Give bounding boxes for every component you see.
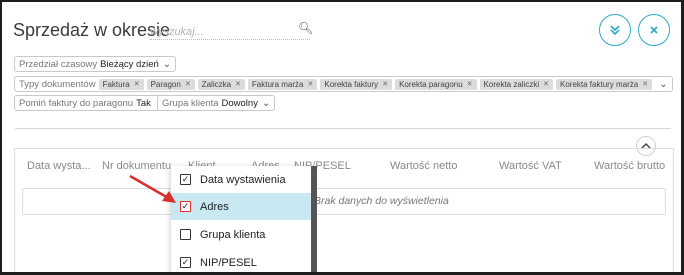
- chevron-down-icon: ⌄: [659, 78, 668, 90]
- remove-tag-icon[interactable]: ✕: [642, 80, 648, 88]
- skip-invoices-filter-label: Pomiń faktury do paragonu: [19, 97, 134, 109]
- client-group-filter-value: Dowolny: [221, 97, 258, 109]
- column-header-document-number[interactable]: Nr dokumentu: [102, 160, 171, 172]
- expand-filters-button[interactable]: [599, 14, 631, 46]
- close-button[interactable]: [638, 14, 670, 46]
- document-types-filter[interactable]: Typy dokumentów Faktura ✕ Paragon ✕ Zalicz…: [14, 76, 673, 92]
- remove-tag-icon[interactable]: ✕: [467, 80, 473, 88]
- column-header-vat-value[interactable]: Wartość VAT: [499, 160, 562, 172]
- column-option-label: NIP/PESEL: [200, 256, 257, 269]
- remove-tag-icon[interactable]: ✕: [543, 80, 549, 88]
- remove-tag-icon[interactable]: ✕: [235, 80, 241, 88]
- empty-table-message: Brak danych do wyświetlenia: [314, 195, 449, 207]
- close-icon: [650, 26, 658, 34]
- app-window: Sprzedaż w okresie 🔍︎ Przedział czasowy …: [0, 0, 684, 275]
- remove-tag-icon[interactable]: ✕: [185, 80, 191, 88]
- document-type-tag[interactable]: Paragon ✕: [146, 78, 195, 90]
- column-option-address[interactable]: ✓ Adres: [171, 193, 311, 220]
- period-filter[interactable]: Przedział czasowy Bieżący dzień ⌄: [14, 56, 177, 72]
- column-chooser-menu: ✓ Data wystawienia ✓ Adres Grupa klienta…: [171, 166, 311, 272]
- column-option-issue-date[interactable]: ✓ Data wystawienia: [171, 166, 311, 193]
- remove-tag-icon[interactable]: ✕: [134, 80, 140, 88]
- column-header-net-value[interactable]: Wartość netto: [390, 160, 457, 172]
- document-type-tag[interactable]: Faktura marża ✕: [247, 78, 318, 90]
- document-type-tag[interactable]: Zaliczka ✕: [197, 78, 245, 90]
- client-group-filter[interactable]: Grupa klienta Dowolny ⌄: [157, 95, 276, 111]
- document-type-tag[interactable]: Korekta faktury ✕: [320, 78, 393, 90]
- dropdown-scrollbar[interactable]: [311, 166, 317, 272]
- column-option-label: Data wystawienia: [200, 173, 286, 186]
- checkbox-checked-icon[interactable]: ✓: [180, 174, 191, 185]
- document-type-tag[interactable]: Korekta paragonu ✕: [395, 78, 477, 90]
- checkbox-checked-icon[interactable]: ✓: [180, 201, 191, 212]
- double-chevron-down-icon: [610, 25, 620, 36]
- skip-invoices-filter-value: Tak: [136, 97, 151, 109]
- page-title: Sprzedaż w okresie: [13, 20, 171, 40]
- skip-invoices-filter[interactable]: Pomiń faktury do paragonu Tak ⌄: [14, 95, 169, 111]
- document-type-tag[interactable]: Faktura ✕: [98, 78, 144, 90]
- document-type-tag[interactable]: Korekta faktury marża ✕: [556, 78, 653, 90]
- column-option-label: Grupa klienta: [200, 228, 266, 241]
- search-icon[interactable]: 🔍︎: [298, 21, 313, 35]
- column-option-client-group[interactable]: Grupa klienta: [171, 221, 311, 248]
- search-input[interactable]: [150, 24, 280, 40]
- period-filter-label: Przedział czasowy: [19, 58, 98, 70]
- period-filter-value: Bieżący dzień: [100, 58, 159, 70]
- search-box[interactable]: 🔍︎: [150, 21, 313, 40]
- column-option-label: Adres: [200, 200, 229, 213]
- client-group-filter-label: Grupa klienta: [162, 97, 219, 109]
- checkbox-checked-icon[interactable]: ✓: [180, 257, 191, 268]
- chevron-down-icon: ⌄: [162, 58, 172, 70]
- remove-tag-icon[interactable]: ✕: [382, 80, 388, 88]
- document-types-filter-label: Typy dokumentów: [19, 78, 96, 90]
- column-header-issue-date[interactable]: Data wysta...: [27, 160, 91, 172]
- checkbox-unchecked-icon[interactable]: [180, 229, 191, 240]
- remove-tag-icon[interactable]: ✕: [308, 80, 314, 88]
- chevron-down-icon: ⌄: [261, 97, 271, 109]
- column-option-nip-pesel[interactable]: ✓ NIP/PESEL: [171, 249, 311, 272]
- divider: [15, 128, 671, 129]
- document-type-tag[interactable]: Korekta zaliczki ✕: [479, 78, 553, 90]
- column-header-gross-value[interactable]: Wartość brutto: [594, 160, 665, 172]
